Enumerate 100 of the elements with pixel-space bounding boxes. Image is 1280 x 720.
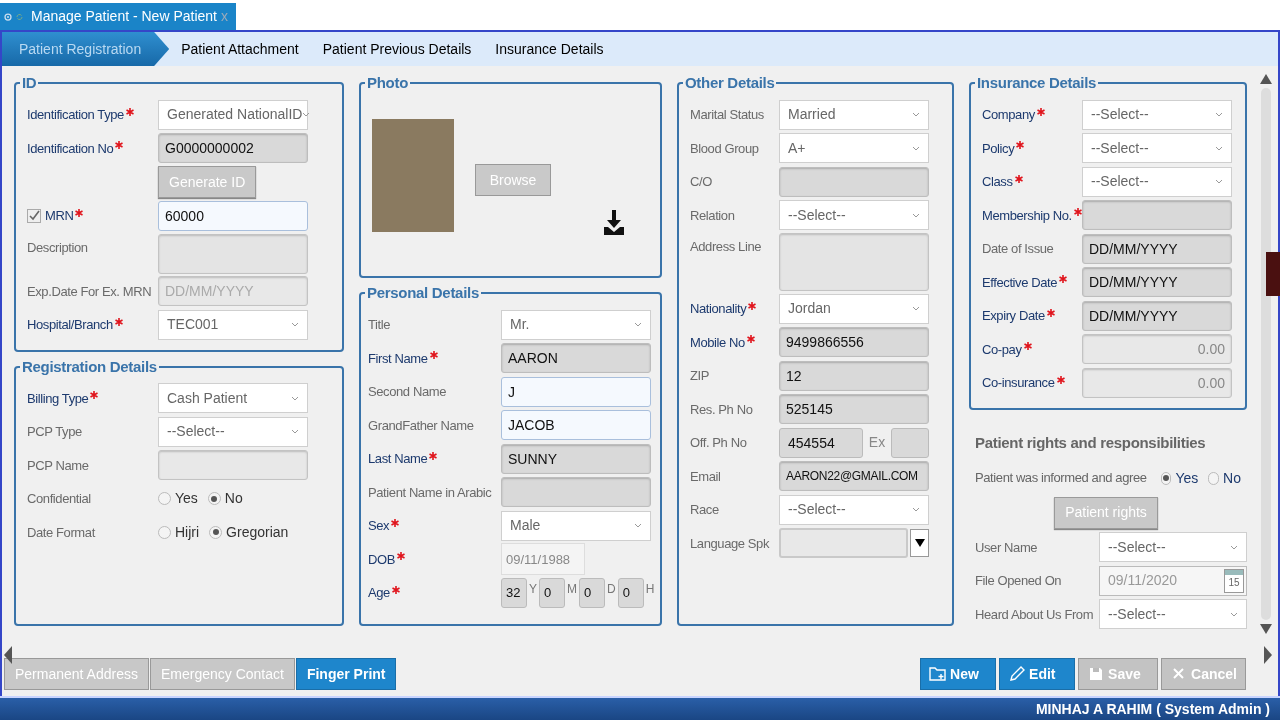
tab[interactable]: Patient Attachment (169, 32, 311, 66)
text-field[interactable]: G0000000002 (158, 133, 308, 164)
required-asterisk-icon (1016, 141, 1025, 150)
dropdown[interactable]: --Select-- (779, 494, 929, 525)
radio-button[interactable] (1208, 471, 1220, 485)
dropdown[interactable]: --Select-- (779, 200, 929, 231)
user-name: MINHAJ A RAHIM ( System Admin ) (1035, 699, 1270, 719)
scroll-thumb[interactable] (1266, 252, 1280, 296)
text-area[interactable] (779, 233, 929, 291)
required-asterisk-icon (1056, 375, 1065, 384)
action-button[interactable]: Edit (999, 658, 1076, 690)
required-asterisk-icon (125, 107, 134, 116)
text-field[interactable] (158, 450, 308, 481)
dropdown[interactable]: --Select-- (1082, 166, 1232, 197)
radio-button[interactable] (158, 525, 171, 539)
text-field[interactable]: DD/MM/YYYY (1082, 300, 1232, 331)
field-label: Email (690, 467, 721, 486)
dropdown[interactable]: Male (501, 510, 651, 541)
age-field[interactable]: 0 (539, 577, 565, 608)
dropdown[interactable]: Married (779, 99, 929, 130)
text-field[interactable]: SUNNY (501, 443, 651, 474)
field-label: User Name (975, 538, 1038, 557)
dropdown[interactable]: A+ (779, 133, 929, 164)
bottom-tab[interactable]: Finger Print (295, 658, 397, 690)
tab[interactable]: Patient Previous Details (310, 32, 484, 66)
text-field[interactable]: JACOB (501, 410, 651, 441)
extension-field[interactable] (891, 427, 929, 458)
text-field[interactable]: DD/MM/YYYY (1082, 267, 1232, 298)
text-area[interactable] (158, 233, 308, 274)
field-label: Policy (982, 139, 1015, 158)
action-button[interactable]: New (920, 658, 997, 690)
section-heading: Patient rights and responsibilities (975, 432, 1207, 453)
chevron-icon (291, 322, 299, 328)
dropdown[interactable]: Jordan (779, 293, 929, 324)
age-field[interactable]: 32 (501, 577, 527, 608)
chevron-icon (291, 395, 299, 401)
field-label: Patient was informed and agree (975, 469, 1147, 488)
required-asterisk-icon (429, 451, 438, 460)
dropdown[interactable]: Generated NationalID (158, 99, 308, 130)
required-asterisk-icon (115, 141, 124, 150)
window-tab[interactable]: Manage Patient - New Patient x (0, 3, 236, 30)
chevron-icon (1215, 145, 1223, 151)
dropdown[interactable]: --Select-- (1082, 133, 1232, 164)
required-asterisk-icon (75, 208, 84, 217)
text-field[interactable]: J (501, 376, 651, 407)
field-label: Membership No. (982, 206, 1072, 225)
date-field[interactable]: 09/11/2020 15 (1099, 565, 1247, 596)
text-field[interactable]: 9499866556 (779, 327, 929, 358)
tab[interactable]: Patient Registration (2, 32, 170, 66)
text-field[interactable] (1082, 200, 1232, 231)
chevron-icon (912, 306, 920, 312)
field-label: File Opened On (975, 572, 1062, 590)
text-field[interactable]: DD/MM/YYYY (158, 276, 308, 307)
radio-button[interactable] (158, 492, 171, 505)
scrollbar-track[interactable] (1261, 88, 1271, 620)
text-field[interactable]: DD/MM/YYYY (1082, 233, 1232, 264)
field-label: Description (27, 238, 88, 257)
text-field[interactable] (501, 477, 651, 508)
age-field[interactable]: 0 (617, 577, 644, 608)
dropdown[interactable]: Mr. (501, 309, 651, 340)
folder-plus-icon (929, 665, 948, 683)
dropdown[interactable]: --Select-- (1099, 599, 1247, 630)
calendar-icon[interactable]: 15 (1224, 568, 1244, 593)
tab[interactable]: Insurance Details (483, 32, 616, 66)
text-field[interactable]: 525145 (779, 394, 929, 425)
dropdown[interactable]: TEC001 (158, 309, 308, 340)
field-label: Confidential (27, 490, 91, 508)
chevron-icon (1230, 611, 1238, 617)
unit-label: M (567, 580, 577, 598)
required-asterisk-icon (1073, 208, 1082, 217)
text-field[interactable]: 60000 (158, 200, 308, 231)
text-field[interactable]: 454554 (779, 427, 863, 458)
radio-label: Yes (1175, 468, 1199, 488)
radio-label: Yes (175, 489, 198, 508)
date-field[interactable]: 09/11/1988 (501, 543, 585, 576)
radio-button[interactable] (209, 525, 223, 539)
dropdown[interactable]: --Select-- (1099, 532, 1247, 563)
field-label: Date of Issue (982, 240, 1054, 258)
download-icon[interactable] (603, 210, 625, 236)
radio-label: No (224, 489, 243, 508)
text-field[interactable] (779, 528, 908, 559)
field-label: Nationality (690, 300, 747, 318)
required-asterisk-icon (1023, 342, 1032, 351)
chevron-icon (912, 112, 920, 118)
calendar-day: 15 (1225, 574, 1243, 591)
dropdown[interactable]: Cash Patient (158, 383, 308, 414)
radio-button[interactable] (1160, 471, 1172, 485)
field-label: Patient Name in Arabic (368, 483, 492, 502)
dropdown[interactable]: --Select-- (1082, 99, 1232, 130)
text-field[interactable]: 12 (779, 360, 929, 391)
field-label: DOB (368, 550, 395, 569)
text-field[interactable]: AARON (501, 343, 651, 374)
field-label: Res. Ph No (690, 400, 753, 419)
text-field[interactable] (779, 166, 929, 197)
radio-button[interactable] (207, 492, 221, 505)
text-field[interactable]: AARON22@GMAIL.COM (779, 461, 929, 492)
dropdown[interactable]: --Select-- (158, 416, 308, 447)
age-field[interactable]: 0 (579, 577, 605, 608)
dropdown-button[interactable] (910, 529, 929, 558)
checkbox[interactable] (27, 208, 41, 223)
